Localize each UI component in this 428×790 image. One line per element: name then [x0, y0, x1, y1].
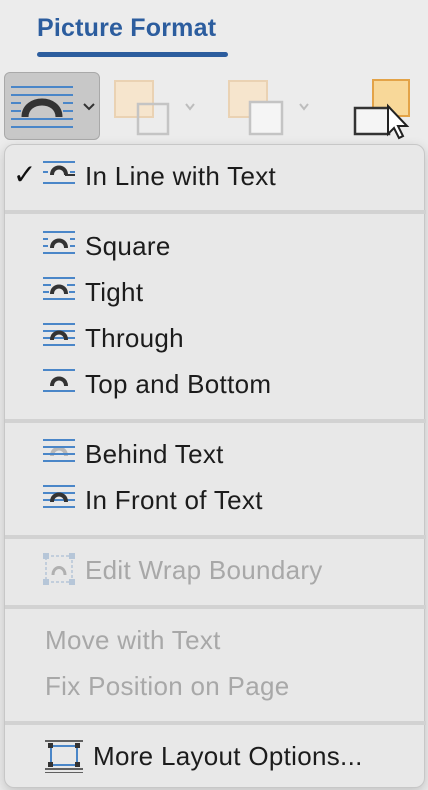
wrap-behind-icon [43, 439, 75, 462]
wrap-top-bottom-icon [43, 369, 75, 392]
menu-separator [5, 419, 426, 423]
menu-separator [5, 605, 426, 609]
edit-boundary-icon [43, 553, 75, 585]
wrap-text-icon [11, 86, 73, 128]
menu-item-fix-position-on-page: Fix Position on Page [5, 665, 424, 709]
menu-item-top-and-bottom[interactable]: Top and Bottom [5, 363, 424, 407]
position-icon[interactable] [112, 80, 198, 138]
menu-item-label: Edit Wrap Boundary [85, 555, 323, 585]
tab-picture-format[interactable]: Picture Format [37, 14, 216, 43]
menu-item-label: Through [85, 323, 184, 353]
menu-item-label: Behind Text [85, 439, 224, 469]
menu-item-label: In Line with Text [85, 161, 277, 191]
menu-item-label: Move with Text [45, 625, 221, 655]
wrap-tight-icon [43, 277, 75, 300]
bring-forward-icon[interactable] [226, 80, 312, 138]
menu-item-more-layout-options[interactable]: More Layout Options... [5, 735, 424, 779]
wrap-text-menu: ✓ In Line with Text Square Tight Through [4, 144, 426, 788]
wrap-through-icon [43, 323, 75, 346]
menu-item-move-with-text: Move with Text [5, 619, 424, 663]
menu-separator [5, 721, 426, 725]
menu-item-label: Fix Position on Page [45, 671, 290, 701]
menu-item-in-front-of-text[interactable]: In Front of Text [5, 479, 424, 523]
menu-separator [5, 210, 426, 214]
menu-item-label: Square [85, 231, 171, 261]
checkmark-icon: ✓ [13, 159, 37, 190]
menu-item-behind-text[interactable]: Behind Text [5, 433, 424, 477]
menu-item-label: Tight [85, 277, 144, 307]
menu-item-in-line-with-text[interactable]: ✓ In Line with Text [5, 155, 424, 199]
layout-options-icon [45, 740, 83, 773]
tab-underline [37, 52, 228, 57]
wrap-text-button[interactable] [4, 72, 100, 140]
wrap-square-icon [43, 231, 75, 254]
menu-item-tight[interactable]: Tight [5, 271, 424, 315]
menu-item-label: More Layout Options... [93, 741, 363, 771]
menu-item-label: In Front of Text [85, 485, 263, 515]
menu-item-label: Top and Bottom [85, 369, 272, 399]
menu-item-through[interactable]: Through [5, 317, 424, 361]
wrap-inline-icon [43, 161, 75, 184]
selection-pane-icon[interactable] [352, 78, 414, 140]
menu-item-square[interactable]: Square [5, 225, 424, 269]
chevron-down-icon [83, 103, 95, 111]
menu-item-edit-wrap-boundary: Edit Wrap Boundary [5, 549, 424, 593]
ribbon: Picture Format [0, 0, 428, 145]
wrap-front-icon [43, 485, 75, 508]
menu-separator [5, 535, 426, 539]
